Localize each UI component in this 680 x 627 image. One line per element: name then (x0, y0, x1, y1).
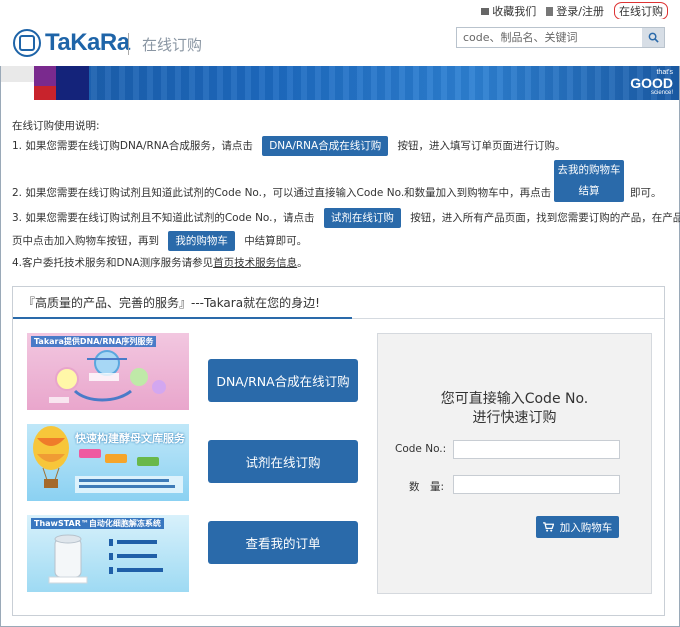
brand-line-2: GOOD (630, 75, 673, 91)
instruction-4-tail: 。 (297, 257, 308, 269)
quantity-label: 数 量: (409, 481, 445, 493)
add-to-cart-label: 加入购物车 (559, 521, 613, 534)
instruction-3b-text: 页中点击加入购物车按钮，再到 (12, 235, 159, 247)
promo-banner-dna-rna[interactable]: Takara提供DNA/RNA序列服务 (27, 333, 189, 410)
instruction-2-tail: 即可。 (630, 187, 662, 199)
quick-order-title-2: 进行快速订购 (472, 410, 557, 426)
thawstar-device-graphic (48, 534, 163, 584)
document-icon (546, 6, 554, 16)
tech-service-link[interactable]: 首页技术服务信息 (213, 257, 297, 269)
instruction-1-text: 1. 如果您需要在线订购DNA/RNA合成服务，请点击 (12, 140, 253, 152)
page-subtitle: 在线订购 (142, 36, 203, 54)
promo-banner-yeast-library[interactable]: 快速构建酵母文库服务 (27, 424, 189, 501)
instruction-2-text: 2. 如果您需要在线订购试剂且知道此试剂的Code No.，可以通过直接输入Co… (12, 187, 552, 199)
top-utility-bar: 收藏我们 登录/注册 在线订购 (0, 0, 680, 20)
logo-text[interactable]: TaKaRa (45, 29, 130, 57)
instruction-3b-tail: 中结算即可。 (244, 235, 308, 247)
service-panel: 『高质量的产品、完善的服务』---Takara就在您的身边! Takara提供D… (12, 286, 665, 616)
brand-banner: that's GOOD science! (1, 66, 679, 100)
search-button[interactable] (642, 28, 664, 47)
instruction-4: 4.客户委托技术服务和DNA测序服务请参见首页技术服务信息。 (12, 255, 308, 270)
instruction-1-tail: 按钮，进入填写订单页面进行订购。 (397, 140, 566, 152)
panel-title-underline (13, 317, 352, 319)
go-to-cart-label-2: 结算 (578, 185, 600, 197)
dna-rna-order-inline-button[interactable]: DNA/RNA合成在线订购 (262, 136, 389, 156)
site-header: TaKaRa 在线订购 (0, 19, 680, 66)
instruction-1: 1. 如果您需要在线订购DNA/RNA合成服务，请点击 DNA/RNA合成在线订… (12, 136, 566, 156)
good-science-logo: that's GOOD science! (623, 69, 673, 97)
instruction-3-text: 3. 如果您需要在线订购试剂且不知道此试剂的Code No.，请点击 (12, 212, 315, 224)
code-no-input[interactable] (453, 440, 620, 459)
panel-title: 『高质量的产品、完善的服务』---Takara就在您的身边! (23, 296, 320, 310)
add-to-cart-button[interactable]: 加入购物车 (536, 516, 619, 538)
favorites-label: 收藏我们 (492, 5, 537, 18)
go-to-cart-button[interactable]: 去我的购物车 结算 (554, 160, 624, 202)
monitor-icon (481, 7, 490, 15)
instruction-3: 3. 如果您需要在线订购试剂且不知道此试剂的Code No.，请点击 试剂在线订… (12, 208, 680, 228)
code-no-label: Code No.: (395, 443, 447, 455)
dna-rna-order-button[interactable]: DNA/RNA合成在线订购 (208, 359, 358, 402)
takara-logo-icon[interactable] (13, 29, 41, 57)
login-label: 登录/注册 (556, 5, 604, 18)
my-cart-inline-button[interactable]: 我的购物车 (168, 231, 235, 251)
search-icon (648, 32, 659, 43)
shopping-cart-icon (542, 522, 554, 532)
top-links: 收藏我们 登录/注册 在线订购 (481, 2, 668, 20)
quick-order-title-1: 您可直接输入Code No. (440, 391, 589, 407)
instruction-4-text: 4.客户委托技术服务和DNA测序服务请参见 (12, 257, 214, 269)
search-box (456, 27, 665, 48)
quick-order-box: 您可直接输入Code No. 进行快速订购 Code No.: 数 量: 加入购… (377, 333, 652, 594)
reagent-order-button[interactable]: 试剂在线订购 (208, 440, 358, 483)
online-order-link[interactable]: 在线订购 (614, 2, 668, 20)
instruction-3b: 页中点击加入购物车按钮，再到 我的购物车 中结算即可。 (12, 231, 307, 251)
instruction-3-tail: 按钮，进入所有产品页面，找到您需要订购的产品，在产品 (410, 212, 680, 224)
instructions-heading: 在线订购使用说明: (12, 120, 100, 132)
promo-banner-thawstar[interactable]: ThawSTAR™自动化细胞解冻系统 (27, 515, 189, 592)
promo-2-title: 快速构建酵母文库服务 (75, 432, 185, 445)
go-to-cart-label-1: 去我的购物车 (557, 164, 621, 176)
view-my-orders-button[interactable]: 查看我的订单 (208, 521, 358, 564)
search-input[interactable] (457, 28, 643, 47)
logo-divider (128, 33, 129, 55)
instruction-2: 2. 如果您需要在线订购试剂且知道此试剂的Code No.，可以通过直接输入Co… (12, 185, 551, 200)
dna-service-graphic (49, 350, 166, 403)
quantity-input[interactable] (453, 475, 620, 494)
online-order-label: 在线订购 (619, 5, 663, 18)
reagent-order-inline-button[interactable]: 试剂在线订购 (323, 208, 401, 228)
favorites-link[interactable]: 收藏我们 (481, 2, 536, 20)
login-link[interactable]: 登录/注册 (546, 2, 604, 20)
